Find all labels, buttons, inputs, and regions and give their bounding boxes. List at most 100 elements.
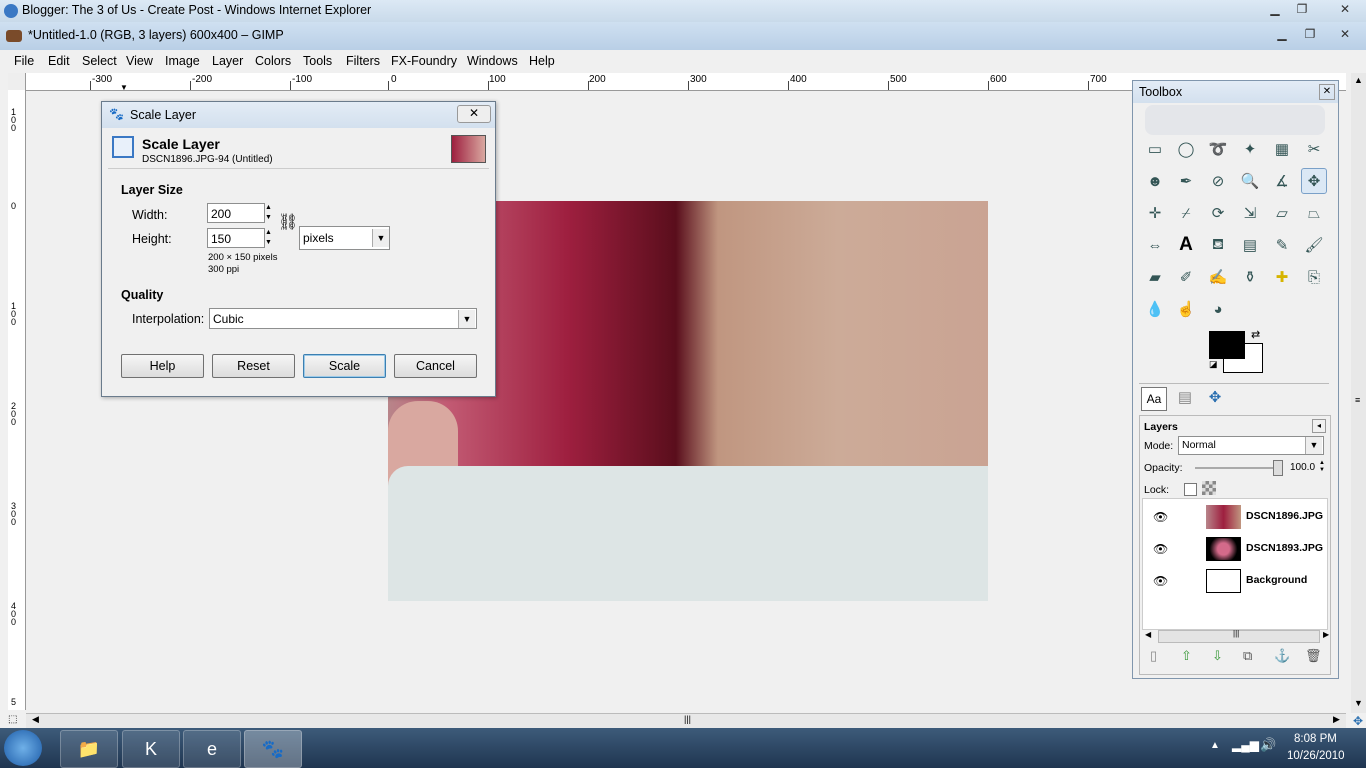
paintbrush-icon[interactable]: 🖌 xyxy=(1301,232,1327,258)
scroll-up-icon[interactable]: ▲ xyxy=(1354,75,1363,85)
scale-button[interactable]: Scale xyxy=(303,354,386,378)
layer-row[interactable]: 👁 DSCN1893.JPG xyxy=(1143,535,1323,563)
gimp-maximize-button[interactable]: ❐ xyxy=(1298,27,1322,42)
quick-mask-icon[interactable]: ⬚ xyxy=(8,714,17,725)
move-options-tab-icon[interactable]: ✥ xyxy=(1203,387,1227,409)
perspective-clone-icon[interactable]: ⎘ xyxy=(1301,264,1327,290)
tool-options-tab-icon[interactable]: Aa xyxy=(1141,387,1167,411)
bucket-fill-icon[interactable]: ⛾ xyxy=(1205,232,1231,258)
foreground-select-icon[interactable]: ☻ xyxy=(1142,168,1168,194)
width-input[interactable]: 200 xyxy=(207,203,265,223)
dodge-burn-icon[interactable]: ◕ xyxy=(1205,296,1231,322)
pencil-icon[interactable]: ✎ xyxy=(1269,232,1295,258)
menu-layer[interactable]: Layer xyxy=(212,54,243,68)
rect-select-icon[interactable]: ▭ xyxy=(1142,136,1168,162)
lower-layer-icon[interactable]: ⇩ xyxy=(1212,648,1223,664)
scroll-left-icon[interactable]: ◀ xyxy=(32,714,39,725)
rotate-icon[interactable]: ⟳ xyxy=(1205,200,1231,226)
ink-icon[interactable]: ✍ xyxy=(1205,264,1231,290)
interpolation-select[interactable]: Cubic ▼ xyxy=(209,308,477,329)
opacity-slider-handle[interactable] xyxy=(1273,460,1283,476)
scroll-right-icon[interactable]: ▶ xyxy=(1323,630,1329,639)
menu-filters[interactable]: Filters xyxy=(346,54,380,68)
select-by-color-icon[interactable]: ▦ xyxy=(1269,136,1295,162)
menu-colors[interactable]: Colors xyxy=(255,54,291,68)
menu-fx-foundry[interactable]: FX-Foundry xyxy=(391,54,457,68)
opacity-value[interactable]: 100.0 xyxy=(1290,462,1315,473)
eraser-icon[interactable]: ▰ xyxy=(1142,264,1168,290)
opacity-slider-track[interactable] xyxy=(1195,467,1275,469)
unit-select[interactable]: pixels ▼ xyxy=(299,226,390,250)
scroll-grip-icon[interactable]: ≡ xyxy=(1355,395,1360,405)
gimp-minimize-button[interactable]: ▁ xyxy=(1270,27,1294,42)
explorer-taskbar-icon[interactable]: 📁 xyxy=(60,730,118,768)
show-hidden-icons-icon[interactable]: ▲ xyxy=(1210,740,1220,751)
delete-layer-icon[interactable]: 🗑 xyxy=(1305,648,1322,664)
ie-close-button[interactable]: ✕ xyxy=(1330,2,1360,17)
blend-icon[interactable]: ▤ xyxy=(1237,232,1263,258)
clock-date[interactable]: 10/26/2010 xyxy=(1287,750,1345,762)
navigate-icon[interactable]: ✥ xyxy=(1353,714,1363,728)
ruler-corner[interactable] xyxy=(8,73,26,91)
internet-explorer-taskbar-icon[interactable]: e xyxy=(183,730,241,768)
anchor-layer-icon[interactable]: ⚓ xyxy=(1274,648,1290,664)
vertical-scrollbar[interactable]: ▲ ≡ ▼ xyxy=(1351,73,1366,713)
menu-file[interactable]: File xyxy=(14,54,34,68)
network-icon[interactable]: ▂▄▆ xyxy=(1232,738,1259,752)
scroll-grip-icon[interactable]: ||| xyxy=(684,714,691,724)
foreground-color-swatch[interactable] xyxy=(1209,331,1245,359)
chevron-down-icon[interactable]: ▼ xyxy=(372,229,389,247)
app-k-taskbar-icon[interactable]: K xyxy=(122,730,180,768)
reset-button[interactable]: Reset xyxy=(212,354,295,378)
menu-tools[interactable]: Tools xyxy=(303,54,332,68)
scroll-right-icon[interactable]: ▶ xyxy=(1333,714,1340,725)
menu-image[interactable]: Image xyxy=(165,54,200,68)
menu-windows[interactable]: Windows xyxy=(467,54,518,68)
scissors-icon[interactable]: ✂ xyxy=(1301,136,1327,162)
smudge-icon[interactable]: ☝ xyxy=(1173,296,1199,322)
free-select-icon[interactable]: ➰ xyxy=(1205,136,1231,162)
heal-icon[interactable]: ✚ xyxy=(1269,264,1295,290)
text-icon[interactable]: A xyxy=(1173,232,1199,258)
lock-alpha-icon[interactable] xyxy=(1202,481,1216,495)
gimp-close-button[interactable]: ✕ xyxy=(1330,27,1360,42)
mode-select[interactable]: Normal ▼ xyxy=(1178,436,1324,455)
toolbox-close-button[interactable]: ✕ xyxy=(1319,84,1335,100)
ellipse-select-icon[interactable]: ◯ xyxy=(1173,136,1199,162)
clock-time[interactable]: 8:08 PM xyxy=(1294,733,1337,745)
chevron-down-icon[interactable]: ▼ xyxy=(458,310,475,328)
ie-minimize-button[interactable]: ▁ xyxy=(1263,2,1287,17)
eye-icon[interactable]: 👁 xyxy=(1153,574,1168,588)
crop-icon[interactable]: ⌿ xyxy=(1173,200,1199,226)
cancel-button[interactable]: Cancel xyxy=(394,354,477,378)
swap-colors-icon[interactable]: ⇄ xyxy=(1251,328,1260,341)
layer-row[interactable]: 👁 Background xyxy=(1143,567,1323,595)
scroll-grip-icon[interactable]: ||| xyxy=(1233,629,1239,638)
menu-help[interactable]: Help xyxy=(529,54,555,68)
start-button[interactable] xyxy=(4,730,42,766)
scroll-left-icon[interactable]: ◀ xyxy=(1145,630,1151,639)
flip-icon[interactable]: ⇔ xyxy=(1142,232,1168,258)
volume-icon[interactable]: 🔊 xyxy=(1260,737,1276,753)
width-spin-button[interactable]: ▲ ▼ xyxy=(265,203,272,223)
vertical-ruler[interactable]: 1 0 0 0 1 0 0 2 0 0 3 0 0 4 0 0 5 xyxy=(8,90,26,710)
color-picker-icon[interactable]: ⊘ xyxy=(1205,168,1231,194)
layers-tab-icon[interactable]: ▤ xyxy=(1173,387,1197,409)
dialog-close-button[interactable]: ✕ xyxy=(457,105,491,123)
new-layer-icon[interactable]: ▯ xyxy=(1150,648,1157,664)
lock-pixels-checkbox[interactable] xyxy=(1184,483,1197,496)
perspective-icon[interactable]: ⏢ xyxy=(1301,200,1327,226)
layer-row[interactable]: 👁 DSCN1896.JPG xyxy=(1143,503,1323,531)
fuzzy-select-icon[interactable]: ✦ xyxy=(1237,136,1263,162)
blur-icon[interactable]: 💧 xyxy=(1142,296,1168,322)
raise-layer-icon[interactable]: ⇧ xyxy=(1181,648,1192,664)
gimp-taskbar-icon[interactable]: 🐾 xyxy=(244,730,302,768)
move-icon[interactable]: ✥ xyxy=(1301,168,1327,194)
default-colors-icon[interactable]: ◪ xyxy=(1209,359,1218,370)
scale-tool-icon[interactable]: ⇲ xyxy=(1237,200,1263,226)
measure-icon[interactable]: ∡ xyxy=(1269,168,1295,194)
airbrush-icon[interactable]: ✐ xyxy=(1173,264,1199,290)
shear-icon[interactable]: ▱ xyxy=(1269,200,1295,226)
menu-select[interactable]: Select xyxy=(82,54,117,68)
help-button[interactable]: Help xyxy=(121,354,204,378)
